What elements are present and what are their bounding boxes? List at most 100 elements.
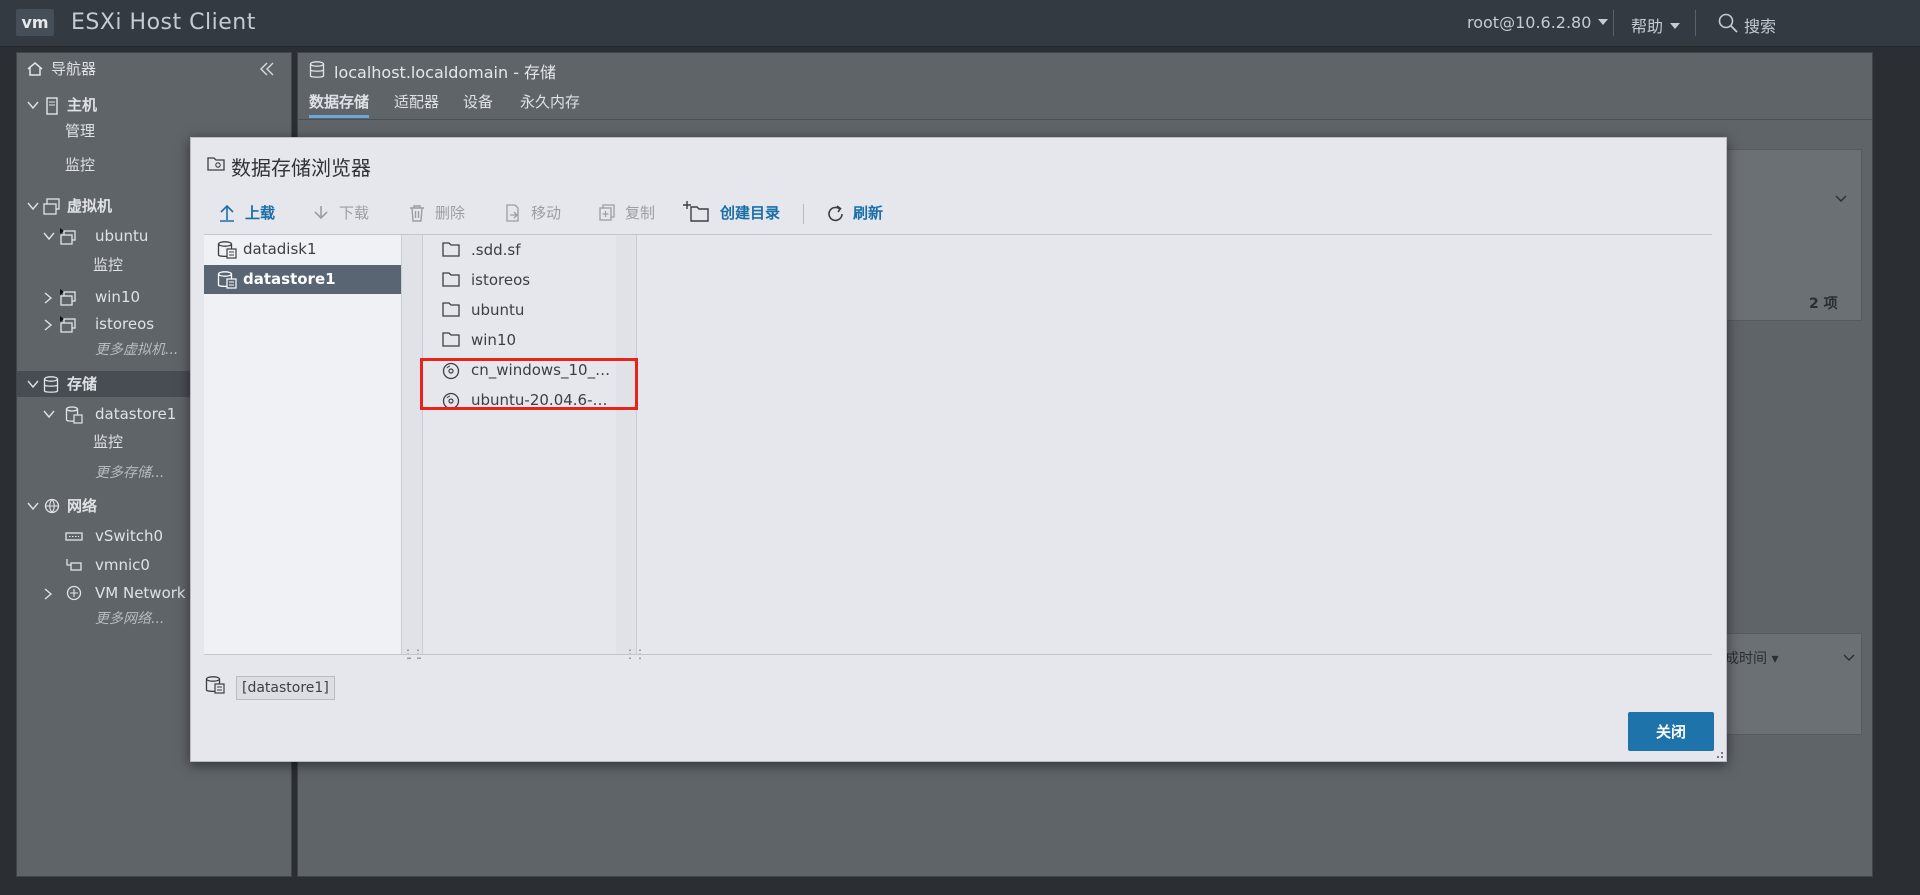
folder-item-label: istoreos bbox=[471, 271, 531, 289]
navigator-header: 导航器 bbox=[17, 56, 291, 82]
navigator-title: 导航器 bbox=[51, 60, 97, 78]
resize-grip-icon[interactable] bbox=[1714, 749, 1724, 759]
app-title: ESXi Host Client bbox=[71, 10, 256, 35]
move-label: 移动 bbox=[531, 204, 562, 222]
move-icon bbox=[504, 204, 522, 222]
chevron-down-icon[interactable] bbox=[1835, 195, 1847, 203]
file-browser: datadisk1 datastore1 ⋮⋮ .sdd.sf istoreos… bbox=[204, 234, 1712, 661]
chevron-down-icon bbox=[27, 379, 39, 389]
vm-running-icon bbox=[59, 228, 77, 246]
help-menu-label: 帮助 bbox=[1631, 17, 1664, 36]
refresh-label: 刷新 bbox=[853, 204, 884, 222]
nav-host-monitor-label: 监控 bbox=[65, 156, 96, 174]
upload-label: 上载 bbox=[245, 204, 276, 222]
dialog-title: 数据存储浏览器 bbox=[231, 156, 371, 180]
datastore-item-label: datastore1 bbox=[243, 270, 336, 288]
storage-icon bbox=[309, 61, 325, 79]
chevron-down-icon bbox=[43, 231, 55, 241]
folder-icon bbox=[442, 302, 460, 317]
caret-down-icon bbox=[1670, 23, 1681, 29]
switch-icon bbox=[65, 528, 83, 544]
current-path: [datastore1] bbox=[236, 676, 335, 700]
datastore-list: datadisk1 datastore1 ⋮⋮ bbox=[204, 235, 426, 661]
chevron-right-icon bbox=[43, 319, 53, 331]
datastore-item-label: datadisk1 bbox=[243, 240, 317, 258]
chevron-right-icon bbox=[43, 588, 53, 600]
folder-item[interactable]: .sdd.sf bbox=[423, 235, 616, 265]
nav-vswitch0-label: vSwitch0 bbox=[95, 527, 164, 545]
caret-down-icon bbox=[1598, 19, 1609, 25]
folder-item[interactable]: win10 bbox=[423, 325, 616, 355]
folder-item[interactable]: ubuntu bbox=[423, 295, 616, 325]
trash-icon bbox=[408, 204, 426, 222]
nav-host-manage-label: 管理 bbox=[65, 122, 96, 140]
upload-button[interactable]: 上载 bbox=[218, 202, 288, 224]
tab-adapters[interactable]: 适配器 bbox=[394, 91, 439, 112]
nav-vm-ubuntu-monitor-label: 监控 bbox=[93, 256, 124, 274]
nav-vm-istoreos-label: istoreos bbox=[95, 315, 155, 333]
upload-icon bbox=[218, 204, 236, 222]
create-directory-button[interactable]: 创建目录 bbox=[683, 200, 795, 224]
nav-vms-label: 虚拟机 bbox=[67, 197, 113, 215]
datastore-item-datastore1[interactable]: datastore1 bbox=[204, 265, 401, 294]
tab-divider bbox=[298, 119, 1872, 120]
folder-item[interactable]: istoreos bbox=[423, 265, 616, 295]
download-button[interactable]: 下载 bbox=[312, 202, 382, 224]
user-menu[interactable]: root@10.6.2.80 bbox=[1467, 13, 1609, 32]
folder-item-label: .sdd.sf bbox=[471, 241, 521, 259]
nav-host[interactable]: 主机 bbox=[17, 92, 291, 118]
topbar-divider bbox=[1695, 10, 1696, 36]
nav-host-label: 主机 bbox=[67, 96, 98, 114]
nav-vm-ubuntu-label: ubuntu bbox=[95, 227, 149, 245]
tab-devices[interactable]: 设备 bbox=[463, 91, 493, 112]
nav-vmnic0-label: vmnic0 bbox=[95, 556, 150, 574]
chevron-down-icon[interactable] bbox=[1843, 654, 1855, 662]
datastore-icon bbox=[217, 271, 237, 289]
datastore-browser-dialog: 数据存储浏览器 上载 下载 删除 移动 复制 创建目录 刷新 datadisk1 bbox=[190, 137, 1727, 762]
collapse-icon[interactable] bbox=[259, 62, 275, 76]
delete-button[interactable]: 删除 bbox=[408, 202, 478, 224]
folder-item-label: ubuntu bbox=[471, 301, 525, 319]
search-icon bbox=[1718, 13, 1738, 33]
vm-running-icon bbox=[59, 316, 77, 334]
folder-icon bbox=[442, 332, 460, 347]
folder-list: .sdd.sf istoreos ubuntu win10 cn_windows… bbox=[422, 235, 617, 655]
page-title: localhost.localdomain - 存储 bbox=[334, 63, 557, 82]
datastore-icon bbox=[217, 241, 237, 259]
folder-item-label: win10 bbox=[471, 331, 517, 349]
home-icon bbox=[26, 61, 44, 77]
copy-button[interactable]: 复制 bbox=[598, 202, 668, 224]
nav-storage-label: 存储 bbox=[67, 375, 98, 393]
download-label: 下载 bbox=[339, 204, 370, 222]
topbar-divider bbox=[1613, 10, 1614, 36]
nav-network-label: 网络 bbox=[67, 497, 98, 515]
chevron-down-icon bbox=[27, 201, 39, 211]
new-folder-icon bbox=[683, 200, 709, 222]
close-button[interactable]: 关闭 bbox=[1628, 712, 1714, 751]
folder-icon bbox=[442, 242, 460, 257]
tab-persistent-memory[interactable]: 永久内存 bbox=[520, 91, 580, 112]
move-button[interactable]: 移动 bbox=[504, 202, 574, 224]
vm-running-icon bbox=[59, 289, 77, 307]
create-directory-label: 创建目录 bbox=[720, 204, 781, 222]
chevron-down-icon bbox=[27, 100, 39, 110]
storage-icon bbox=[43, 376, 59, 394]
folder-icon bbox=[442, 272, 460, 287]
vm-group-icon bbox=[43, 198, 61, 216]
nav-more-storage-label: 更多存储... bbox=[95, 465, 165, 481]
help-menu[interactable]: 帮助 bbox=[1631, 13, 1681, 37]
tab-datastores[interactable]: 数据存储 bbox=[309, 91, 370, 118]
vmware-logo: vm bbox=[16, 9, 54, 36]
datastore-icon bbox=[205, 676, 225, 694]
nav-more-vms-label: 更多虚拟机... bbox=[95, 342, 179, 358]
datastore-grid: 索 间 个 个 2 项 bbox=[1708, 149, 1862, 321]
refresh-button[interactable]: 刷新 bbox=[826, 202, 896, 224]
delete-label: 删除 bbox=[435, 204, 466, 222]
copy-icon bbox=[598, 204, 616, 222]
toolbar-divider bbox=[803, 204, 804, 224]
nav-datastore1-label: datastore1 bbox=[95, 405, 177, 423]
nav-more-network-label: 更多网络... bbox=[95, 611, 165, 627]
datastore-item-datadisk1[interactable]: datadisk1 bbox=[204, 235, 401, 264]
network-icon bbox=[43, 498, 61, 516]
column-gap bbox=[402, 235, 422, 655]
